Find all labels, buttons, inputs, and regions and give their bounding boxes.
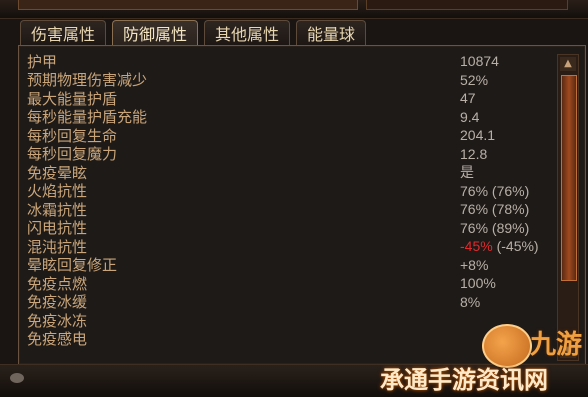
stat-value: 9.4 [460, 108, 480, 125]
attribute-tabs: 伤害属性 防御属性 其他属性 能量球 [20, 20, 367, 46]
stat-value: 76% (76%) [460, 182, 530, 199]
stat-value: 47 [460, 90, 476, 107]
ornament-gem-icon [10, 373, 24, 383]
watermark-logo-text: 九游 [530, 330, 583, 360]
stat-row: 免疫冰缓 8% [25, 293, 553, 311]
stat-row: 护甲 10874 [25, 52, 553, 71]
stat-row: 每秒回复魔力 12.8 [25, 145, 553, 163]
stat-row: 最大能量护盾 47 [25, 89, 553, 108]
scrollbar[interactable]: ▲ ▼ [557, 54, 579, 361]
tab-energy-orb[interactable]: 能量球 [296, 20, 367, 45]
stat-row: 免疫晕眩是 [25, 163, 553, 182]
stat-row: 免疫点燃 100% [25, 274, 553, 293]
scroll-up-icon[interactable]: ▲ [560, 57, 576, 71]
stat-value: +8% [460, 256, 489, 273]
top-bar [0, 0, 588, 19]
value-detail: (-45%) [492, 238, 539, 255]
stat-value: 76% (89%) [460, 219, 530, 236]
stat-row: 预期物理伤害减少 52% [25, 71, 553, 89]
stat-row: 晕眩回复修正 +8% [25, 256, 553, 274]
top-slot-right [366, 0, 568, 10]
stat-value: 8% [460, 293, 481, 310]
stat-value: 是 [460, 164, 474, 181]
stat-row: 火焰抗性 76% (76%) [25, 182, 553, 200]
stat-value: 100% [460, 275, 496, 292]
stat-label: 免疫感电 [27, 330, 88, 349]
stat-value: 76% (78%) [460, 201, 530, 218]
stats-list: 护甲 10874 预期物理伤害减少 52% 最大能量护盾 47 每秒能量护盾充能 9.4… [25, 52, 553, 349]
stat-value: 10874 [460, 53, 499, 70]
watermark-text: 承通手游资讯网 [380, 366, 548, 394]
tab-damage[interactable]: 伤害属性 [20, 20, 107, 45]
stat-value: -45% (-45%) [460, 238, 539, 254]
watermark: 九游 承通手游资讯网 [380, 316, 588, 396]
stat-row: 冰霜抗性 76% (78%) [25, 200, 553, 219]
scroll-thumb[interactable] [561, 75, 577, 281]
stat-value: 12.8 [460, 145, 488, 162]
tab-other[interactable]: 其他属性 [204, 20, 291, 45]
stat-value: 52% [460, 71, 489, 88]
negative-value: -45% [460, 238, 493, 255]
stat-row: 每秒能量护盾充能 9.4 [25, 108, 553, 126]
stat-row: 每秒回复生命 204.1 [25, 126, 553, 145]
stat-value: 204.1 [460, 127, 496, 144]
stat-row: 闪电抗性 76% (89%) [25, 219, 553, 237]
stat-row: 混沌抗性 -45% (-45%) [25, 237, 553, 256]
top-slot-left [18, 0, 358, 10]
tab-defense[interactable]: 防御属性 [112, 20, 199, 45]
